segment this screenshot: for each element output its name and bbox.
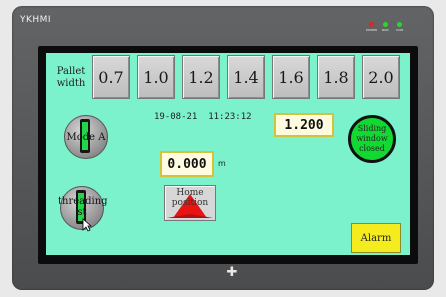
value-display[interactable]: 1.200 <box>274 113 334 137</box>
brand-logo: YKHMI <box>20 15 52 25</box>
mode-a-label: Mode A <box>66 132 106 143</box>
time-text: 11:23:12 <box>208 112 252 122</box>
sliding-line2: window <box>356 134 388 143</box>
width-button-0-7[interactable]: 0.7 <box>92 55 130 99</box>
threading-label: threading st <box>58 196 108 218</box>
sliding-window-indicator: Sliding window closed <box>348 115 396 163</box>
width-button-1-8[interactable]: 1.8 <box>317 55 355 99</box>
home-position-line2: position <box>171 198 209 208</box>
threading-label-line2: st <box>77 207 87 218</box>
home-position-line1: Home <box>176 188 204 198</box>
width-button-1-6[interactable]: 1.6 <box>272 55 310 99</box>
com-led <box>397 22 402 27</box>
sliding-line3: closed <box>359 144 385 153</box>
home-position-label: Home position <box>165 188 215 208</box>
run-led-label: RUN <box>382 28 389 32</box>
mouse-cursor-icon <box>82 218 92 232</box>
position-display[interactable]: 0.000 <box>160 151 214 177</box>
date-text: 19-08-21 <box>154 112 198 122</box>
hmi-screen: Pallet width 0.7 1.0 1.2 1.4 1.6 1.8 2.0… <box>46 53 410 255</box>
alarm-button[interactable]: Alarm <box>351 223 401 253</box>
power-led-label: POWER <box>366 28 378 32</box>
mode-a-switch[interactable]: Mode A <box>64 115 108 159</box>
sliding-line1: Sliding <box>357 124 387 133</box>
home-position-button[interactable]: Home position <box>164 185 216 221</box>
datetime-display: 19-08-21 11:23:12 <box>154 112 252 122</box>
power-led <box>369 22 374 27</box>
status-leds: POWER RUN COM <box>366 22 408 36</box>
width-button-2-0[interactable]: 2.0 <box>362 55 400 99</box>
width-button-1-4[interactable]: 1.4 <box>227 55 265 99</box>
pallet-width-label: Pallet width <box>54 66 88 90</box>
home-key-icon[interactable]: ✚ <box>226 266 238 279</box>
width-button-1-0[interactable]: 1.0 <box>137 55 175 99</box>
run-led <box>383 22 388 27</box>
pallet-label-line2: width <box>56 78 86 89</box>
com-led-label: COM <box>396 28 404 32</box>
width-button-1-2[interactable]: 1.2 <box>182 55 220 99</box>
pallet-label-line1: Pallet <box>56 66 86 77</box>
position-unit: m <box>218 159 226 168</box>
threading-label-line1: threading <box>58 196 108 207</box>
